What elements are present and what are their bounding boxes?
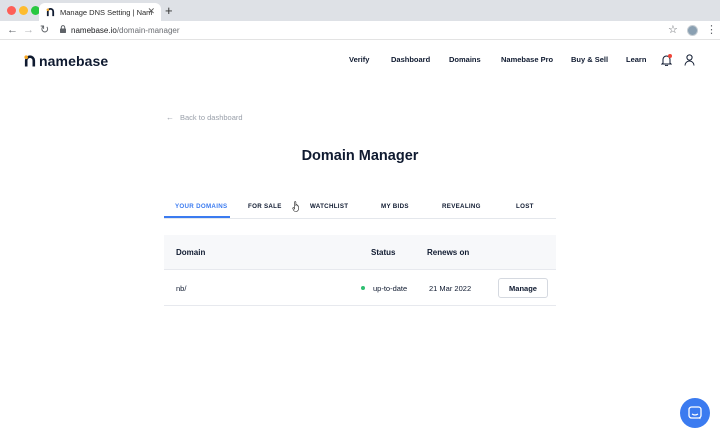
tab-close-icon[interactable]: ✕ [147,6,155,17]
browser-tab-title: Manage DNS Setting | Nameba [60,7,152,17]
active-tab-indicator [164,216,230,218]
reload-icon[interactable]: ↻ [40,23,49,37]
tab-watchlist[interactable]: WATCHLIST [310,203,348,210]
header-status: Status [371,248,396,257]
back-link-label: Back to dashboard [180,113,243,122]
hand-cursor-icon [292,201,299,212]
browser-menu-icon[interactable]: ⋮ [706,23,717,37]
nav-namebase-pro[interactable]: Namebase Pro [501,55,553,64]
address-bar[interactable]: namebase.io/domain-manager [71,25,180,36]
domain-tabs: YOUR DOMAINS FOR SALE WATCHLIST MY BIDS … [164,198,556,219]
browser-toolbar: ← → ↻ namebase.io/domain-manager ☆ ⋮ [0,21,720,40]
tab-for-sale[interactable]: FOR SALE [248,203,282,210]
profile-avatar[interactable] [687,25,698,36]
namebase-logo[interactable]: namebase [24,53,108,69]
tab-your-domains[interactable]: YOUR DOMAINS [175,203,227,210]
manage-button[interactable]: Manage [498,278,548,298]
table-row[interactable]: nb/ up-to-date 21 Mar 2022 Manage [164,270,556,306]
domain-name[interactable]: nb/ [176,284,186,293]
tab-revealing[interactable]: REVEALING [442,203,481,210]
header-renews-on: Renews on [427,248,470,257]
nav-verify[interactable]: Verify [349,55,369,64]
chat-icon [688,406,702,420]
page-title: Domain Manager [301,148,419,164]
bookmark-star-icon[interactable]: ☆ [668,23,678,37]
notification-badge [668,54,672,58]
status-indicator-dot [361,286,365,290]
back-arrow-icon[interactable]: ← [7,23,18,37]
window-minimize-button[interactable] [19,6,28,15]
namebase-favicon-icon [46,7,55,16]
nav-dashboard[interactable]: Dashboard [391,55,430,64]
window-close-button[interactable] [7,6,16,15]
lock-icon [60,25,66,33]
url-host: namebase.io [71,26,117,35]
header-domain: Domain [176,248,206,257]
tab-my-bids[interactable]: MY BIDS [381,203,409,210]
nav-buy-sell[interactable]: Buy & Sell [571,55,608,64]
back-to-dashboard-link[interactable]: ← Back to dashboard [166,113,243,122]
new-tab-icon[interactable]: + [165,3,173,19]
browser-tab[interactable]: Manage DNS Setting | Nameba ✕ [39,3,161,21]
nav-learn[interactable]: Learn [626,55,646,64]
support-chat-button[interactable] [680,398,710,428]
logo-mark-icon [24,55,36,67]
tab-lost[interactable]: LOST [516,203,534,210]
logo-text: namebase [39,53,109,69]
domains-table: Domain Status Renews on nb/ up-to-date 2… [164,235,556,306]
back-arrow-icon: ← [166,113,174,122]
nav-domains[interactable]: Domains [449,55,481,64]
table-header: Domain Status Renews on [164,235,556,270]
url-path: /domain-manager [116,26,180,35]
renewal-date: 21 Mar 2022 [429,284,472,293]
forward-arrow-icon[interactable]: → [23,23,34,37]
user-account-icon[interactable] [684,54,695,66]
browser-tab-strip: Manage DNS Setting | Nameba ✕ + [0,0,720,21]
domain-status: up-to-date [373,284,408,293]
